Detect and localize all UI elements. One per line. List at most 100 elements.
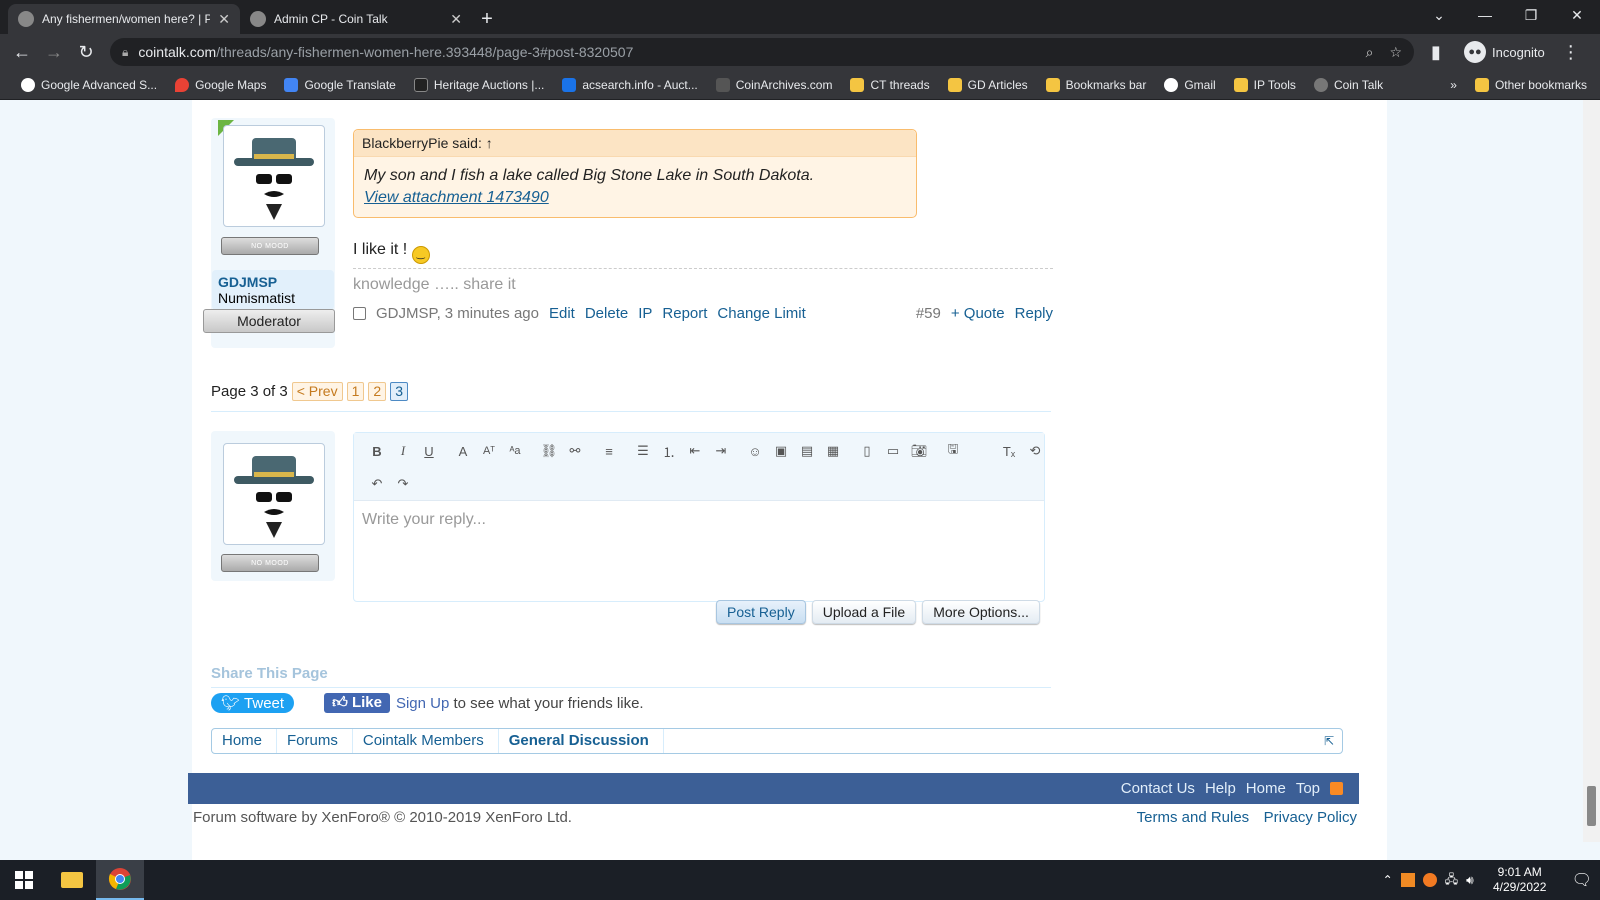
notifications-icon[interactable]: 🗨	[1572, 870, 1592, 890]
bullet-list-icon[interactable]: ☰	[630, 439, 656, 463]
breadcrumb-cointalk-members[interactable]: Cointalk Members	[353, 729, 499, 753]
reply-textarea[interactable]: Write your reply...	[354, 501, 1044, 539]
reply-link[interactable]: Reply	[1015, 305, 1053, 322]
bookmark-item[interactable]: Google Translate	[275, 77, 404, 92]
post-reply-button[interactable]: Post Reply	[716, 600, 806, 624]
bookmark-folder[interactable]: Bookmarks bar	[1037, 77, 1156, 92]
page-scrollbar[interactable]	[1583, 100, 1600, 842]
tweet-button[interactable]: 🐦︎ Tweet	[211, 693, 295, 713]
avatar[interactable]	[223, 125, 325, 227]
report-link[interactable]: Report	[662, 305, 707, 322]
bookmark-item[interactable]: Heritage Auctions |...	[405, 77, 554, 92]
remove-format-icon[interactable]: Tₓ	[996, 439, 1022, 463]
facebook-signup-link[interactable]: Sign Up	[396, 695, 449, 712]
reload-button[interactable]: ↻	[70, 36, 102, 68]
align-icon[interactable]: ≡	[596, 439, 622, 463]
page-link-2[interactable]: 2	[368, 382, 387, 401]
contact-us-link[interactable]: Contact Us	[1121, 780, 1195, 797]
media-icon[interactable]: ▤	[794, 439, 820, 463]
avast-icon[interactable]	[1422, 873, 1437, 887]
bookmark-folder[interactable]: IP Tools	[1225, 77, 1305, 92]
smilie-icon[interactable]: ☺	[742, 439, 768, 463]
bold-icon[interactable]: B	[364, 439, 390, 463]
underline-icon[interactable]: U	[416, 439, 442, 463]
bookmark-item[interactable]: Google Maps	[166, 77, 275, 92]
code-icon[interactable]: ▭	[880, 439, 906, 463]
bookmark-item[interactable]: CoinArchives.com	[707, 77, 842, 92]
menu-icon[interactable]: ⋮	[1555, 36, 1587, 68]
show-hidden-icons-icon[interactable]: ⌃	[1383, 873, 1393, 887]
meta-author[interactable]: GDJMSP,	[376, 305, 441, 322]
bookmark-item[interactable]: acsearch.info - Auct...	[553, 77, 706, 92]
indent-icon[interactable]: ⇥	[708, 439, 734, 463]
font-size-icon[interactable]: Aᵀ	[476, 439, 502, 463]
bookmark-folder[interactable]: GD Articles	[939, 77, 1037, 92]
more-options-button[interactable]: More Options...	[922, 600, 1040, 624]
close-tab-icon[interactable]: ✕	[218, 11, 230, 28]
zoom-icon[interactable]: ⌕	[1366, 44, 1374, 61]
unlink-icon[interactable]: ⚯	[562, 439, 588, 463]
terms-link[interactable]: Terms and Rules	[1137, 809, 1250, 826]
new-tab-button[interactable]: +	[472, 4, 502, 34]
restore-button[interactable]: ❐	[1508, 0, 1554, 30]
close-window-button[interactable]: ✕	[1554, 0, 1600, 30]
tab-search-icon[interactable]: ⌄	[1416, 0, 1462, 30]
bookmark-folder[interactable]: CT threads	[841, 77, 938, 92]
meta-time[interactable]: 3 minutes ago	[445, 305, 539, 322]
scrollbar-thumb[interactable]	[1587, 786, 1596, 826]
tab-active[interactable]: Any fishermen/women here? | Pa ✕	[8, 4, 240, 34]
quote-link[interactable]: + Quote	[951, 305, 1005, 322]
number-list-icon[interactable]: ⒈	[656, 439, 682, 463]
quote-jump-arrow-icon[interactable]: ↑	[486, 135, 493, 151]
page-link-3[interactable]: 3	[390, 382, 408, 401]
select-post-checkbox[interactable]	[353, 307, 366, 320]
top-link[interactable]: Top	[1296, 780, 1320, 797]
jump-to-icon[interactable]: ⇱	[1324, 734, 1334, 748]
undo-icon[interactable]: ↶	[364, 472, 390, 496]
prev-page-button[interactable]: < Prev	[291, 382, 343, 401]
more-bookmarks-button[interactable]: »	[1441, 78, 1466, 92]
attachment-link[interactable]: View attachment 1473490	[364, 189, 549, 206]
chrome-taskbar-button[interactable]	[96, 860, 144, 900]
breadcrumb-forums[interactable]: Forums	[277, 729, 353, 753]
facebook-like-button[interactable]: 👍︎ Like	[324, 693, 390, 713]
lock-icon[interactable]: 🔒︎	[122, 45, 128, 60]
font-family-icon[interactable]: ᴬa	[502, 439, 528, 463]
back-button[interactable]: ←	[6, 36, 38, 68]
camera-icon[interactable]: 📷︎	[906, 439, 932, 463]
tab-inactive[interactable]: Admin CP - Coin Talk ✕	[240, 4, 472, 34]
post-number[interactable]: #59	[916, 305, 941, 322]
ip-link[interactable]: IP	[638, 305, 652, 322]
breadcrumb-general-discussion[interactable]: General Discussion	[499, 729, 664, 753]
close-tab-icon[interactable]: ✕	[450, 11, 462, 28]
bookmark-item[interactable]: Google Advanced S...	[12, 77, 166, 92]
help-link[interactable]: Help	[1205, 780, 1236, 797]
minimize-button[interactable]: —	[1462, 0, 1508, 30]
incognito-indicator[interactable]: ●● Incognito	[1464, 41, 1545, 63]
image-icon[interactable]: ▣	[768, 439, 794, 463]
link-icon[interactable]: ⛓	[536, 439, 562, 463]
toggle-bbcode-icon[interactable]: ⟲	[1022, 439, 1048, 463]
breadcrumb-home[interactable]: Home	[212, 729, 278, 753]
file-explorer-button[interactable]	[48, 860, 96, 900]
privacy-link[interactable]: Privacy Policy	[1264, 809, 1357, 826]
other-bookmarks-folder[interactable]: Other bookmarks	[1466, 77, 1596, 92]
address-bar[interactable]: 🔒︎ cointalk.com/threads/any-fishermen-wo…	[110, 38, 1414, 66]
italic-icon[interactable]: I	[390, 439, 416, 463]
side-panel-icon[interactable]: ▮	[1420, 36, 1452, 68]
upload-file-button[interactable]: Upload a File	[811, 600, 917, 624]
rss-icon[interactable]	[1330, 782, 1343, 795]
delete-link[interactable]: Delete	[585, 305, 628, 322]
page-link-1[interactable]: 1	[346, 382, 365, 401]
quote-insert-icon[interactable]: ▯	[854, 439, 880, 463]
forward-button[interactable]: →	[38, 36, 70, 68]
app-tray-icon[interactable]	[1400, 873, 1415, 887]
bookmark-item[interactable]: Gmail	[1155, 77, 1224, 92]
insert-icon[interactable]: ▦	[820, 439, 846, 463]
redo-icon[interactable]: ↷	[390, 472, 416, 496]
font-color-icon[interactable]: A	[450, 439, 476, 463]
save-draft-icon[interactable]: 🖫	[940, 439, 966, 463]
edit-link[interactable]: Edit	[549, 305, 575, 322]
home-link[interactable]: Home	[1246, 780, 1286, 797]
volume-icon[interactable]: 🔊︎	[1466, 873, 1474, 888]
